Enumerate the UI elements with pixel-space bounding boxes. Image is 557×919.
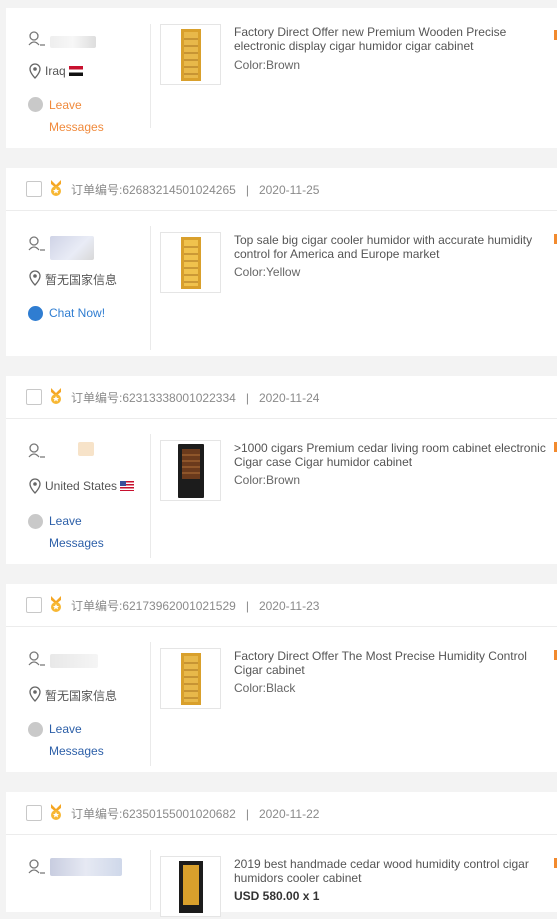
buyer-name-blurred: [50, 858, 122, 876]
humidor-cabinet-image: [178, 444, 204, 498]
order-checkbox[interactable]: [26, 597, 42, 613]
order-header: 订单编号:62683214501024265 | 2020-11-25: [6, 168, 557, 211]
product-color: Color:Yellow: [234, 265, 301, 279]
gold-medal-icon: [51, 804, 61, 820]
order-checkbox[interactable]: [26, 181, 42, 197]
column-divider: [150, 642, 151, 766]
order-body: United States Leave Messages >1000 cigars…: [6, 418, 557, 564]
leave-messages-link[interactable]: Leave Messages: [49, 718, 104, 762]
humidor-cabinet-image: [181, 237, 201, 289]
order-body: Iraq Leave Messages Factory Direct Offer …: [6, 8, 557, 148]
product-price: USD 580.00 x 1: [234, 889, 320, 903]
leave-message-icon[interactable]: [28, 722, 43, 737]
column-divider: [150, 24, 151, 128]
buyer-name-blurred: [50, 236, 94, 260]
column-divider: [150, 434, 151, 558]
order-body: 暂无国家信息 Leave Messages Factory Direct Offe…: [6, 626, 557, 772]
top-strip: [0, 0, 557, 8]
person-icon: [28, 443, 45, 458]
order-header: 订单编号:62313338001022334 | 2020-11-24: [6, 376, 557, 419]
order-number: 订单编号:62683214501024265 | 2020-11-25: [71, 183, 320, 197]
order-card: 订单编号:62683214501024265 | 2020-11-25 暂无国家…: [6, 168, 557, 356]
location-pin-icon: [29, 478, 41, 494]
order-checkbox[interactable]: [26, 805, 42, 821]
humidor-cabinet-image: [181, 653, 201, 705]
order-card: Iraq Leave Messages Factory Direct Offer …: [6, 8, 557, 148]
product-color: Color:Brown: [234, 473, 301, 487]
location-pin-icon: [29, 270, 41, 286]
product-title[interactable]: Factory Direct Offer new Premium Wooden …: [234, 25, 550, 53]
leave-messages-link[interactable]: Leave Messages: [49, 510, 104, 554]
order-header: 订单编号:62350155001020682 | 2020-11-22: [6, 792, 557, 835]
buyer-name-blurred: [50, 36, 96, 48]
column-divider: [150, 226, 151, 350]
order-number: 订单编号:62350155001020682 | 2020-11-22: [71, 807, 320, 821]
order-card: 订单编号:62313338001022334 | 2020-11-24 Unit…: [6, 376, 557, 564]
product-thumbnail[interactable]: [160, 232, 221, 293]
iraq-flag-icon: [68, 66, 83, 76]
product-title[interactable]: Top sale big cigar cooler humidor with a…: [234, 233, 550, 261]
person-icon: [28, 31, 45, 46]
product-thumbnail[interactable]: [160, 24, 221, 85]
product-title[interactable]: >1000 cigars Premium cedar living room c…: [234, 441, 550, 469]
location-pin-icon: [29, 63, 41, 79]
buyer-location: United States: [45, 479, 135, 493]
gold-medal-icon: [51, 388, 61, 404]
column-divider: [150, 850, 151, 910]
chat-icon[interactable]: [28, 306, 43, 321]
person-icon: [28, 651, 45, 666]
product-color: Color:Brown: [234, 58, 301, 72]
leave-message-icon[interactable]: [28, 97, 43, 112]
order-card: 订单编号:62350155001020682 | 2020-11-22 2019…: [6, 792, 557, 917]
humidor-cabinet-image: [179, 861, 203, 913]
chat-now-link[interactable]: Chat Now!: [49, 302, 105, 324]
location-pin-icon: [29, 686, 41, 702]
order-number: 订单编号:62173962001021529 | 2020-11-23: [71, 599, 320, 613]
product-title[interactable]: 2019 best handmade cedar wood humidity c…: [234, 857, 550, 885]
order-number: 订单编号:62313338001022334 | 2020-11-24: [71, 391, 320, 405]
product-thumbnail[interactable]: [160, 648, 221, 709]
product-title[interactable]: Factory Direct Offer The Most Precise Hu…: [234, 649, 550, 677]
leave-messages-link[interactable]: Leave Messages: [49, 94, 104, 138]
humidor-cabinet-image: [181, 29, 201, 81]
order-body: 2019 best handmade cedar wood humidity c…: [6, 834, 557, 917]
product-thumbnail[interactable]: [160, 440, 221, 501]
person-icon: [28, 236, 45, 251]
buyer-location: Iraq: [45, 64, 83, 78]
us-flag-icon: [120, 481, 135, 491]
product-color: Color:Black: [234, 681, 296, 695]
person-icon: [28, 859, 45, 874]
order-header: 订单编号:62173962001021529 | 2020-11-23: [6, 584, 557, 627]
gold-medal-icon: [51, 596, 61, 612]
buyer-name-blurred: [78, 442, 94, 456]
order-card: 订单编号:62173962001021529 | 2020-11-23 暂无国家…: [6, 584, 557, 772]
gold-medal-icon: [51, 180, 61, 196]
order-body: 暂无国家信息 Chat Now! Top sale big cigar cool…: [6, 210, 557, 356]
order-checkbox[interactable]: [26, 389, 42, 405]
product-thumbnail[interactable]: [160, 856, 221, 917]
buyer-location: 暂无国家信息: [45, 689, 118, 703]
buyer-location: 暂无国家信息: [45, 273, 118, 287]
leave-message-icon[interactable]: [28, 514, 43, 529]
buyer-name-blurred: [50, 654, 98, 668]
